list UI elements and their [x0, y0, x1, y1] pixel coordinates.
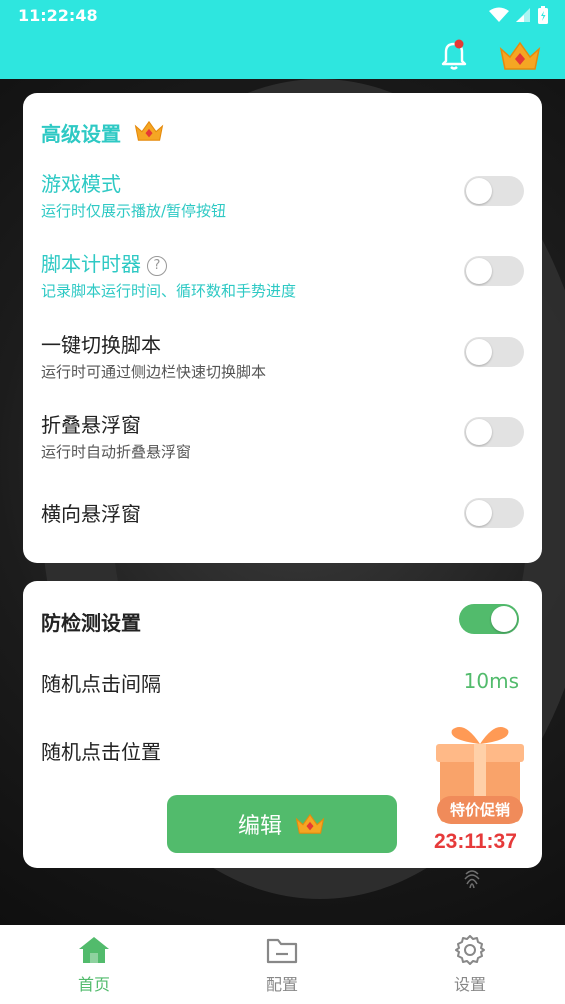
app-header: 11:22:48 — [0, 0, 565, 79]
random-interval-value[interactable]: 10ms — [464, 669, 519, 693]
script-timer-toggle[interactable] — [464, 256, 524, 286]
edit-button[interactable]: 编辑 — [167, 795, 397, 853]
setting-quick-switch[interactable]: 一键切换脚本 运行时可通过侧边栏快速切换脚本 — [41, 329, 524, 382]
nav-settings[interactable]: 设置 — [430, 935, 510, 995]
nav-home[interactable]: 首页 — [54, 935, 134, 995]
setting-title: 横向悬浮窗 — [41, 502, 141, 526]
setting-title: 脚本计时器? — [41, 248, 524, 277]
nav-settings-label: 设置 — [453, 975, 486, 994]
gear-icon — [455, 935, 485, 965]
setting-subtitle: 运行时自动折叠悬浮窗 — [41, 443, 192, 461]
help-icon[interactable]: ? — [147, 256, 167, 276]
promo-countdown: 23:11:37 — [434, 830, 517, 853]
edit-button-label: 编辑 — [237, 814, 282, 839]
crown-icon — [134, 120, 164, 141]
setting-title-text: 脚本计时器 — [41, 252, 141, 276]
crown-icon — [295, 813, 325, 834]
nav-home-label: 首页 — [77, 975, 110, 994]
anti-detect-toggle[interactable] — [459, 604, 519, 634]
home-icon — [79, 937, 109, 963]
battery-icon — [538, 6, 548, 24]
advanced-settings-card: 高级设置 游戏模式 运行时仅展示播放/暂停按钮 脚本计时器? 记录脚本运行时间、… — [23, 93, 542, 563]
wifi-icon — [489, 7, 509, 22]
setting-subtitle: 运行时仅展示播放/暂停按钮 — [41, 202, 227, 220]
setting-script-timer[interactable]: 脚本计时器? 记录脚本运行时间、循环数和手势进度 — [41, 248, 524, 301]
nav-config-label: 配置 — [265, 975, 298, 994]
setting-title: 折叠悬浮窗 — [41, 413, 141, 437]
setting-title: 游戏模式 — [41, 172, 121, 196]
bottom-nav: 首页 配置 设置 — [0, 925, 565, 1004]
game-mode-toggle[interactable] — [464, 176, 524, 206]
setting-subtitle: 运行时可通过侧边栏快速切换脚本 — [41, 363, 267, 381]
random-position-label[interactable]: 随机点击位置 — [41, 736, 161, 765]
random-interval-label[interactable]: 随机点击间隔 — [41, 668, 161, 697]
bell-icon[interactable] — [437, 37, 471, 71]
quick-switch-toggle[interactable] — [464, 337, 524, 367]
promo-label[interactable]: 特价促销 — [437, 796, 523, 824]
horizontal-float-toggle[interactable] — [464, 498, 524, 528]
nav-config[interactable]: 配置 — [242, 935, 322, 995]
signal-icon — [516, 8, 530, 22]
fingerprint-icon — [464, 870, 480, 889]
status-icons — [489, 5, 549, 25]
advanced-settings-title: 高级设置 — [41, 122, 121, 146]
setting-game-mode[interactable]: 游戏模式 运行时仅展示播放/暂停按钮 — [41, 168, 524, 221]
crown-icon[interactable] — [498, 39, 542, 73]
fold-float-toggle[interactable] — [464, 417, 524, 447]
setting-title: 一键切换脚本 — [41, 333, 161, 357]
anti-detect-title: 防检测设置 — [41, 611, 141, 635]
folder-icon — [266, 938, 298, 964]
status-time: 11:22:48 — [18, 6, 98, 25]
setting-fold-float[interactable]: 折叠悬浮窗 运行时自动折叠悬浮窗 — [41, 409, 524, 462]
setting-subtitle: 记录脚本运行时间、循环数和手势进度 — [41, 282, 297, 300]
setting-horizontal-float[interactable]: 横向悬浮窗 — [41, 498, 524, 528]
